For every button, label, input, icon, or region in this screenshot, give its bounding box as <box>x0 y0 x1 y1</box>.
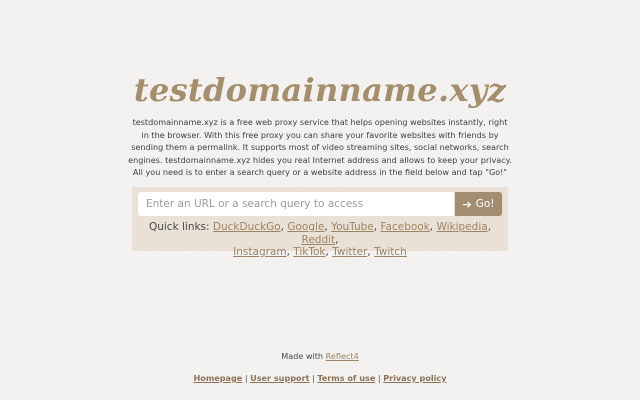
quick-link-facebook[interactable]: Facebook <box>380 221 429 233</box>
site-logo[interactable]: testdomainname.xyz <box>0 68 640 112</box>
quick-links: Quick links: DuckDuckGo, Google, YouTube… <box>132 221 508 259</box>
go-button[interactable]: ➔ Go! <box>455 192 502 216</box>
quick-link-separator: , <box>429 221 434 233</box>
quick-link-separator: , <box>325 246 329 258</box>
quick-link-instagram[interactable]: Instagram <box>233 246 286 258</box>
quick-link-separator: , <box>280 221 284 233</box>
search-input[interactable] <box>138 192 454 216</box>
footer-separator: | <box>244 373 248 383</box>
quick-link-twitch[interactable]: Twitch <box>374 246 407 258</box>
footer-link-privacy-policy[interactable]: Privacy policy <box>383 373 446 383</box>
search-panel: ➔ Go! Quick links: DuckDuckGo, Google, Y… <box>132 187 508 258</box>
quick-link-google[interactable]: Google <box>287 221 324 233</box>
footer-separator: | <box>377 373 381 383</box>
reflect4-link[interactable]: Reflect4 <box>326 351 359 361</box>
footer-separator: | <box>312 373 315 383</box>
made-with: Made with Reflect4 <box>0 351 640 362</box>
intro-text: testdomainname.xyz is a free web proxy s… <box>128 117 512 178</box>
quick-links-label: Quick links: <box>148 221 210 233</box>
made-with-text: Made with <box>281 351 324 361</box>
arrow-right-icon: ➔ <box>462 197 472 211</box>
quick-link-duckduckgo[interactable]: DuckDuckGo <box>213 221 281 233</box>
footer-link-homepage[interactable]: Homepage <box>193 373 242 383</box>
quick-link-separator: , <box>367 246 371 258</box>
footer-links: Homepage | User support | Terms of use |… <box>0 373 640 384</box>
quick-link-reddit[interactable]: Reddit <box>302 234 336 246</box>
quick-link-tiktok[interactable]: TikTok <box>293 246 325 258</box>
quick-link-separator: , <box>487 221 492 233</box>
quick-link-twitter[interactable]: Twitter <box>332 246 367 258</box>
go-button-label: Go! <box>475 198 495 210</box>
quick-link-separator: , <box>286 246 290 258</box>
footer-link-terms-of-use[interactable]: Terms of use <box>317 373 375 383</box>
quick-link-youtube[interactable]: YouTube <box>331 221 374 233</box>
quick-link-wikipedia[interactable]: Wikipedia <box>436 221 487 233</box>
footer-link-user-support[interactable]: User support <box>250 373 309 383</box>
quick-link-separator: , <box>324 221 328 233</box>
quick-link-separator: , <box>373 221 378 233</box>
quick-link-separator: , <box>335 233 339 246</box>
